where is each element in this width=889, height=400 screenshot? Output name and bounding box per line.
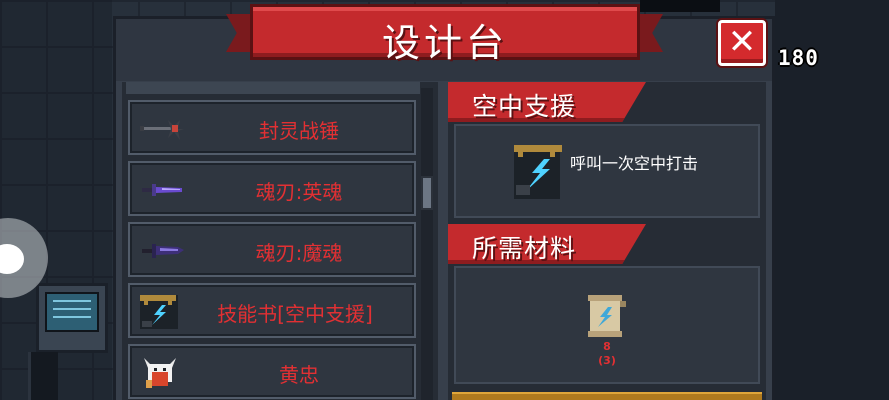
material-required: 8 bbox=[603, 340, 611, 353]
skill-book-icon bbox=[140, 295, 178, 329]
hammer-icon bbox=[140, 120, 184, 140]
list-item-hammer[interactable]: 封灵战锤 bbox=[128, 100, 416, 155]
computer-terminal bbox=[36, 283, 108, 353]
list-scrollbar-thumb[interactable] bbox=[421, 176, 433, 210]
recipe-list[interactable]: 封灵战锤 魂刃:英魂 魂刃:魔魂 技能书[空中支援] 黄忠 bbox=[122, 82, 438, 400]
item-name: 空中支援 bbox=[472, 92, 577, 121]
terminal-stand bbox=[28, 352, 58, 400]
background-dark-strip bbox=[640, 0, 720, 12]
title-ribbon: 设计台 bbox=[250, 4, 640, 65]
list-item-label: 魂刃:英魂 bbox=[255, 180, 343, 204]
dark-sword-icon bbox=[142, 244, 184, 258]
window-title: 设计台 bbox=[381, 21, 508, 65]
scroll-icon[interactable] bbox=[584, 293, 630, 339]
list-item-label: 技能书[空中支援] bbox=[217, 302, 373, 326]
list-item-soul-blade-demon[interactable]: 魂刃:魔魂 bbox=[128, 222, 416, 277]
skill-book-icon bbox=[514, 145, 562, 199]
close-button[interactable]: ✕ bbox=[718, 20, 766, 66]
list-item-huang-zhong[interactable]: 黄忠 bbox=[128, 344, 416, 399]
materials-header-label: 所需材料 bbox=[472, 234, 577, 263]
list-item-label: 魂刃:魔魂 bbox=[255, 241, 343, 265]
materials-header: 所需材料 bbox=[448, 224, 646, 264]
terminal-screen bbox=[45, 292, 99, 332]
close-icon: ✕ bbox=[727, 22, 757, 62]
craft-button[interactable] bbox=[452, 392, 762, 400]
purple-sword-icon bbox=[142, 184, 182, 196]
list-item-label: 黄忠 bbox=[279, 363, 319, 387]
item-description: 呼叫一次空中打击 bbox=[570, 154, 699, 173]
list-item-soul-blade-hero[interactable]: 魂刃:英魂 bbox=[128, 161, 416, 216]
list-item-skill-book[interactable]: 技能书[空中支援] bbox=[128, 283, 416, 338]
list-top-item-edge bbox=[126, 82, 420, 94]
hud-counter: 180 bbox=[778, 46, 819, 70]
material-owned: (3) bbox=[598, 354, 616, 367]
list-item-label: 封灵战锤 bbox=[259, 119, 339, 143]
fox-character-icon bbox=[144, 358, 176, 388]
list-scrollbar-track[interactable] bbox=[421, 88, 433, 400]
item-name-header: 空中支援 bbox=[448, 82, 646, 122]
material-count: 8 (3) bbox=[590, 340, 624, 368]
